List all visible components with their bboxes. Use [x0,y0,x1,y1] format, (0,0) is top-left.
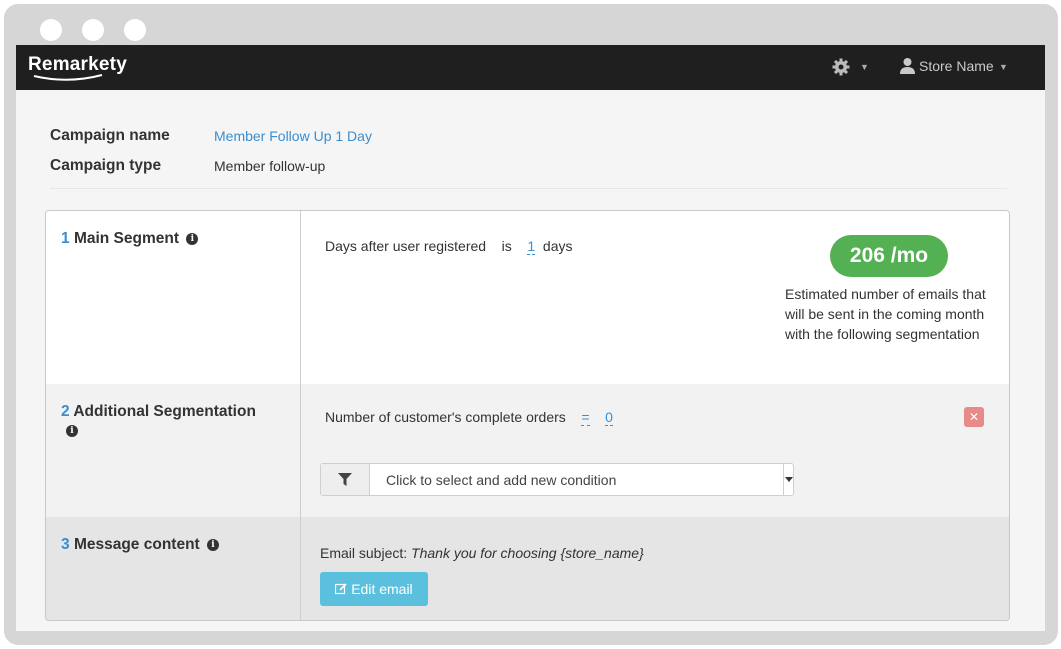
campaign-name-label: Campaign name [50,127,170,144]
estimate-description: Estimated number of emails that will be … [785,286,986,342]
estimate-badge: 206 /mo [830,235,948,277]
select-arrow[interactable] [783,464,793,495]
orders-condition: Number of customer's complete orders = 0 [325,409,613,426]
column-divider [300,211,301,384]
window-dot-2 [82,19,104,41]
info-icon[interactable]: i [207,538,220,551]
top-navbar: Remarkety ▼ Store Name ▼ [16,45,1045,90]
segmentation-panel: 1 Main Segment i Days after user registe… [45,210,1010,621]
column-divider [300,384,301,517]
campaign-type-value: Member follow-up [214,158,326,174]
info-icon[interactable]: i [66,425,78,437]
filter-icon-box [321,464,370,495]
additional-segmentation-title: 2 Additional Segmentation [61,401,256,422]
section-title-text: Main Segment [73,230,180,247]
edit-icon [335,583,347,595]
email-subject: Email subject: Thank you for choosing {s… [320,545,644,561]
caret-down-icon [785,477,793,482]
message-content-section: 3 Message content i Email subject: Thank… [46,517,1009,620]
email-subject-value: Thank you for choosing {store_name} [411,545,644,561]
main-segment-title: 1 Main Segment i [61,228,199,249]
additional-segmentation-section: 2 Additional Segmentation i Number of cu… [46,384,1009,517]
window-dot-1 [40,19,62,41]
add-condition-select[interactable]: Click to select and add new condition [320,463,794,496]
section-number: 3 [61,536,70,553]
remove-condition-button[interactable]: ✕ [964,407,984,427]
filter-icon [338,473,352,486]
logo-swoosh-icon [33,74,103,81]
logo[interactable]: Remarkety [28,54,127,76]
orders-value-editable[interactable]: 0 [605,409,613,426]
condition-label: Number of customer's complete orders [325,409,566,425]
user-icon[interactable] [900,57,915,75]
email-subject-label: Email subject: [320,545,408,561]
info-icon[interactable]: i [186,232,199,245]
message-content-title: 3 Message content i [61,534,220,555]
condition-label: Days after user registered [325,238,487,254]
main-segment-condition: Days after user registered is 1 days [325,238,573,255]
condition-unit: days [542,238,573,254]
settings-chevron-down-icon[interactable]: ▼ [860,62,869,72]
edit-email-label: Edit email [351,581,413,597]
column-divider [300,517,301,620]
campaign-name-value[interactable]: Member Follow Up 1 Day [214,128,372,144]
edit-email-button[interactable]: Edit email [320,572,428,606]
gear-icon[interactable] [831,57,851,77]
campaign-type-label: Campaign type [50,157,162,174]
operator-editable[interactable]: = [581,409,590,426]
store-name-menu[interactable]: Store Name [919,58,994,74]
section-title-text: Additional Segmentation [73,403,256,420]
app-content: Remarkety ▼ Store Name ▼ Campaign name M… [16,45,1045,631]
section-number: 1 [61,230,70,247]
main-segment-section: 1 Main Segment i Days after user registe… [46,211,1009,384]
section-number: 2 [61,403,70,420]
section-title-text: Message content [73,536,200,553]
window-dot-3 [124,19,146,41]
divider [50,188,1007,189]
days-value-editable[interactable]: 1 [527,238,536,255]
condition-operator: is [501,238,512,254]
browser-window: Remarkety ▼ Store Name ▼ Campaign name M… [4,4,1058,645]
select-placeholder: Click to select and add new condition [386,472,617,488]
user-chevron-down-icon[interactable]: ▼ [999,62,1008,72]
